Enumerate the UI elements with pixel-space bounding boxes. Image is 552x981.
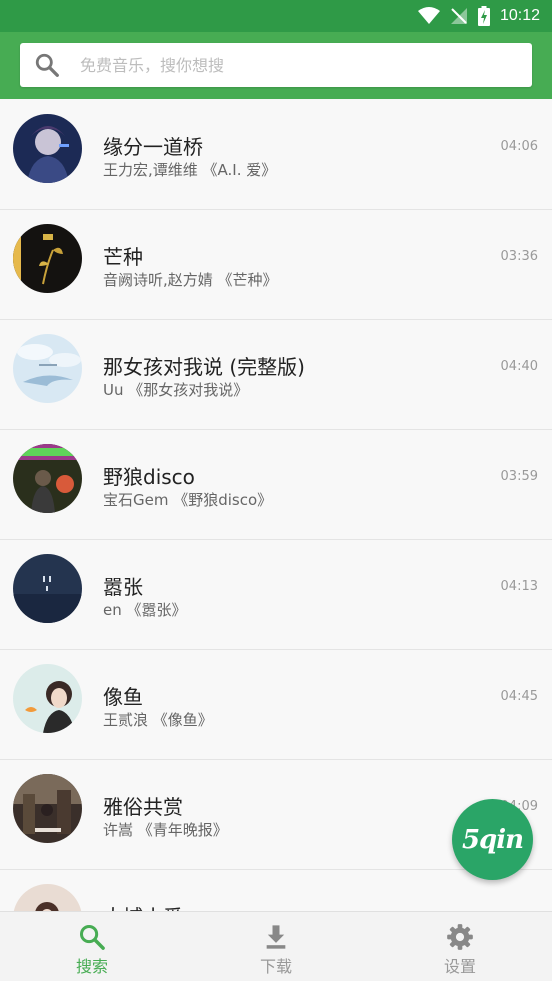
song-artist-album: 王力宏,谭维维 《A.I. 爱》 — [103, 161, 277, 179]
song-title: 大城小爱 — [103, 901, 183, 911]
song-title: 嚣张 — [103, 575, 143, 599]
nav-label: 下载 — [259, 957, 292, 976]
song-item[interactable]: 野狼disco 宝石Gem 《野狼disco》 03:59 — [0, 430, 552, 540]
song-title: 芒种 — [103, 245, 143, 269]
search-icon[interactable] — [34, 52, 60, 78]
song-item[interactable]: 嚣张 en 《嚣张》 04:13 — [0, 540, 552, 650]
song-artist-album: 宝石Gem 《野狼disco》 — [103, 491, 273, 509]
battery-charging-icon — [477, 6, 490, 26]
brand-fab-button[interactable]: 5qin — [452, 799, 533, 880]
status-icons: 10:12 — [417, 0, 540, 32]
album-cover — [13, 334, 82, 403]
song-artist-album: 音阙诗听,赵方婧 《芒种》 — [103, 271, 278, 289]
song-item[interactable]: 大城小爱 — [0, 870, 552, 911]
song-duration: 03:59 — [500, 469, 538, 484]
song-artist-album: 王贰浪 《像鱼》 — [103, 711, 213, 729]
search-icon — [79, 924, 105, 950]
wifi-icon — [417, 7, 440, 24]
nav-tab-search[interactable]: 搜索 — [0, 912, 184, 981]
song-duration: 04:45 — [500, 689, 538, 704]
album-cover — [13, 224, 82, 293]
song-item[interactable]: 芒种 音阙诗听,赵方婧 《芒种》 03:36 — [0, 210, 552, 320]
nav-tab-download[interactable]: 下载 — [184, 912, 368, 981]
song-title: 像鱼 — [103, 685, 143, 709]
status-bar: 10:12 — [0, 0, 552, 32]
song-list[interactable]: 缘分一道桥 王力宏,谭维维 《A.I. 爱》 04:06 芒种 音阙诗听,赵方婧… — [0, 100, 552, 911]
song-duration: 04:13 — [500, 579, 538, 594]
song-title: 野狼disco — [103, 465, 195, 489]
album-cover — [13, 884, 82, 911]
album-cover — [13, 554, 82, 623]
header — [0, 32, 552, 99]
song-item[interactable]: 像鱼 王贰浪 《像鱼》 04:45 — [0, 650, 552, 760]
bottom-nav: 搜索 下载 设置 — [0, 911, 552, 981]
song-duration: 04:40 — [500, 359, 538, 374]
song-duration: 04:06 — [500, 139, 538, 154]
song-item[interactable]: 缘分一道桥 王力宏,谭维维 《A.I. 爱》 04:06 — [0, 100, 552, 210]
song-artist-album: Uu 《那女孩对我说》 — [103, 381, 249, 399]
status-time: 10:12 — [499, 7, 540, 24]
nav-tab-settings[interactable]: 设置 — [368, 912, 552, 981]
song-title: 那女孩对我说 (完整版) — [103, 355, 305, 379]
album-cover — [13, 114, 82, 183]
song-artist-album: en 《嚣张》 — [103, 601, 187, 619]
no-signal-icon — [450, 8, 467, 24]
album-cover — [13, 444, 82, 513]
song-title: 缘分一道桥 — [103, 135, 203, 159]
song-artist-album: 许嵩 《青年晚报》 — [103, 821, 228, 839]
song-item[interactable]: 那女孩对我说 (完整版) Uu 《那女孩对我说》 04:40 — [0, 320, 552, 430]
search-box[interactable] — [20, 43, 532, 87]
song-title: 雅俗共赏 — [103, 795, 183, 819]
album-cover — [13, 664, 82, 733]
download-icon — [266, 925, 286, 949]
nav-label: 搜索 — [75, 957, 108, 976]
gear-icon — [447, 924, 473, 950]
nav-label: 设置 — [443, 957, 476, 976]
song-duration: 03:36 — [500, 249, 538, 264]
search-input[interactable] — [80, 55, 500, 75]
fab-label: 5qin — [461, 824, 524, 855]
album-cover — [13, 774, 82, 843]
